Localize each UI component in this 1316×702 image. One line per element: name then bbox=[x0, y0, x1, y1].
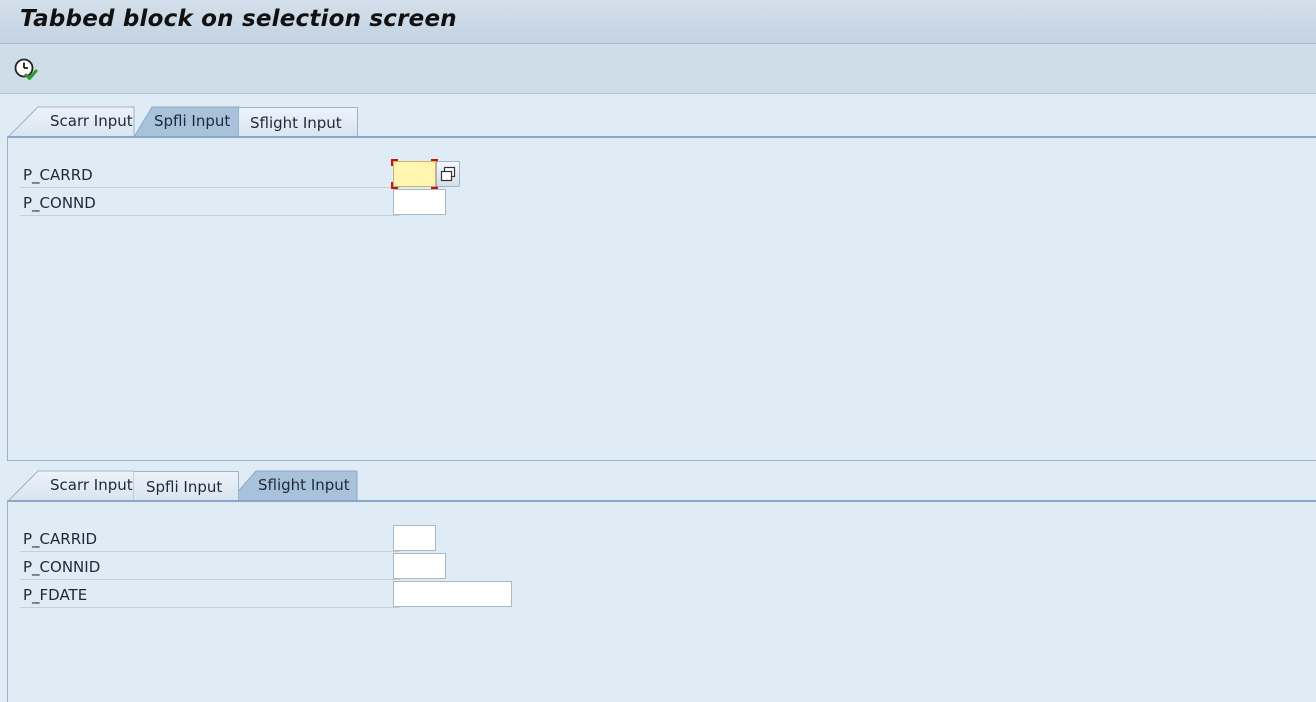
label-p-connd: P_CONND bbox=[23, 194, 96, 212]
field-row-p-fdate: P_FDATE bbox=[20, 580, 400, 608]
tab-scarr-input[interactable]: Scarr Input bbox=[8, 470, 134, 500]
p-carrd-input[interactable] bbox=[393, 161, 436, 187]
execute-button[interactable] bbox=[12, 56, 40, 84]
execute-clock-check-icon bbox=[14, 58, 38, 80]
field-row-p-carrid: P_CARRID bbox=[20, 524, 400, 552]
focus-marker bbox=[391, 182, 398, 189]
label-p-carrid: P_CARRID bbox=[23, 530, 98, 548]
focus-marker bbox=[391, 159, 398, 166]
value-help-icon bbox=[440, 166, 456, 182]
sap-window: Tabbed block on selection screen Scarr I… bbox=[0, 0, 1316, 702]
tab-panel-spfli: P_CARRD P_CONND bbox=[7, 136, 1316, 461]
tab-spfli-input[interactable]: Spfli Input bbox=[134, 471, 239, 501]
tab-sflight-input[interactable]: Sflight Input bbox=[230, 470, 357, 500]
label-p-connid: P_CONNID bbox=[23, 558, 101, 576]
p-connid-input[interactable] bbox=[393, 553, 446, 579]
field-row-p-connd: P_CONND bbox=[20, 188, 400, 216]
tabstrip-block-2: Scarr Input Spfli Input Sflight Input bbox=[0, 470, 1316, 502]
value-help-button[interactable] bbox=[436, 161, 460, 187]
tab-panel-sflight: P_CARRID P_CONNID P_FDATE bbox=[7, 500, 1316, 702]
tab-spfli-input[interactable]: Spfli Input bbox=[134, 106, 239, 136]
label-p-fdate: P_FDATE bbox=[23, 586, 88, 604]
tabstrip-block-1: Scarr Input Spfli Input Sflight Input bbox=[0, 106, 1316, 138]
field-row-p-carrd: P_CARRD bbox=[20, 160, 400, 188]
p-carrid-input[interactable] bbox=[393, 525, 436, 551]
p-fdate-input[interactable] bbox=[393, 581, 512, 607]
window-title: Tabbed block on selection screen bbox=[20, 6, 457, 32]
p-connd-input[interactable] bbox=[393, 189, 446, 215]
title-bar: Tabbed block on selection screen bbox=[0, 0, 1316, 44]
tab-scarr-input[interactable]: Scarr Input bbox=[8, 106, 134, 136]
application-toolbar bbox=[0, 44, 1316, 94]
field-row-p-connid: P_CONNID bbox=[20, 552, 400, 580]
label-p-carrd: P_CARRD bbox=[23, 166, 93, 184]
tab-sflight-input[interactable]: Sflight Input bbox=[239, 107, 358, 137]
